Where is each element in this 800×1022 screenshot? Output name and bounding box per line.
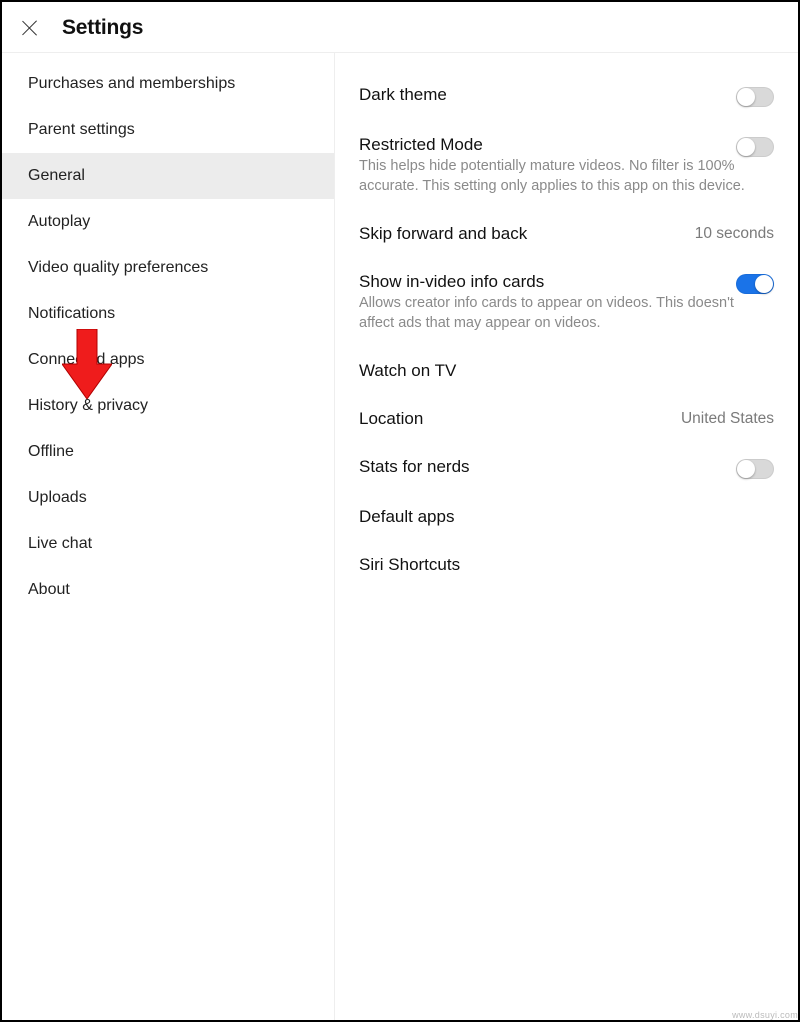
sidebar-item-about[interactable]: About — [2, 567, 334, 613]
location-label: Location — [359, 409, 423, 429]
content-panel: Dark theme Restricted Mode This helps hi… — [335, 53, 798, 1020]
row-dark-theme: Dark theme — [359, 71, 774, 121]
row-location[interactable]: Location United States — [359, 395, 774, 443]
watermark: www.dsuyi.com — [732, 1010, 798, 1020]
watch-tv-label: Watch on TV — [359, 361, 456, 381]
location-value: United States — [681, 410, 774, 428]
skip-label: Skip forward and back — [359, 224, 527, 244]
row-skip[interactable]: Skip forward and back 10 seconds — [359, 210, 774, 258]
info-cards-label: Show in-video info cards — [359, 272, 544, 292]
stats-toggle[interactable] — [736, 459, 774, 479]
sidebar-item-parent-settings[interactable]: Parent settings — [2, 107, 334, 153]
close-icon[interactable] — [20, 18, 40, 38]
info-cards-desc: Allows creator info cards to appear on v… — [359, 294, 774, 347]
restricted-mode-toggle[interactable] — [736, 137, 774, 157]
restricted-mode-desc: This helps hide potentially mature video… — [359, 157, 774, 210]
sidebar-item-uploads[interactable]: Uploads — [2, 475, 334, 521]
sidebar-item-notifications[interactable]: Notifications — [2, 291, 334, 337]
info-cards-toggle[interactable] — [736, 274, 774, 294]
sidebar-item-offline[interactable]: Offline — [2, 429, 334, 475]
row-default-apps[interactable]: Default apps — [359, 493, 774, 541]
sidebar-item-connected-apps[interactable]: Connected apps — [2, 337, 334, 383]
sidebar-item-history-privacy[interactable]: History & privacy — [2, 383, 334, 429]
page-title: Settings — [62, 16, 143, 40]
row-watch-tv[interactable]: Watch on TV — [359, 347, 774, 395]
row-siri[interactable]: Siri Shortcuts — [359, 541, 774, 589]
default-apps-label: Default apps — [359, 507, 454, 527]
row-stats: Stats for nerds — [359, 443, 774, 493]
sidebar-item-live-chat[interactable]: Live chat — [2, 521, 334, 567]
restricted-mode-label: Restricted Mode — [359, 135, 483, 155]
sidebar-item-general[interactable]: General — [2, 153, 334, 199]
sidebar: Purchases and memberships Parent setting… — [2, 53, 335, 1020]
sidebar-item-video-quality[interactable]: Video quality preferences — [2, 245, 334, 291]
dark-theme-label: Dark theme — [359, 85, 447, 105]
sidebar-item-purchases[interactable]: Purchases and memberships — [2, 61, 334, 107]
stats-label: Stats for nerds — [359, 457, 470, 477]
dark-theme-toggle[interactable] — [736, 87, 774, 107]
siri-label: Siri Shortcuts — [359, 555, 460, 575]
header: Settings — [2, 2, 798, 53]
sidebar-item-autoplay[interactable]: Autoplay — [2, 199, 334, 245]
skip-value: 10 seconds — [695, 225, 774, 243]
